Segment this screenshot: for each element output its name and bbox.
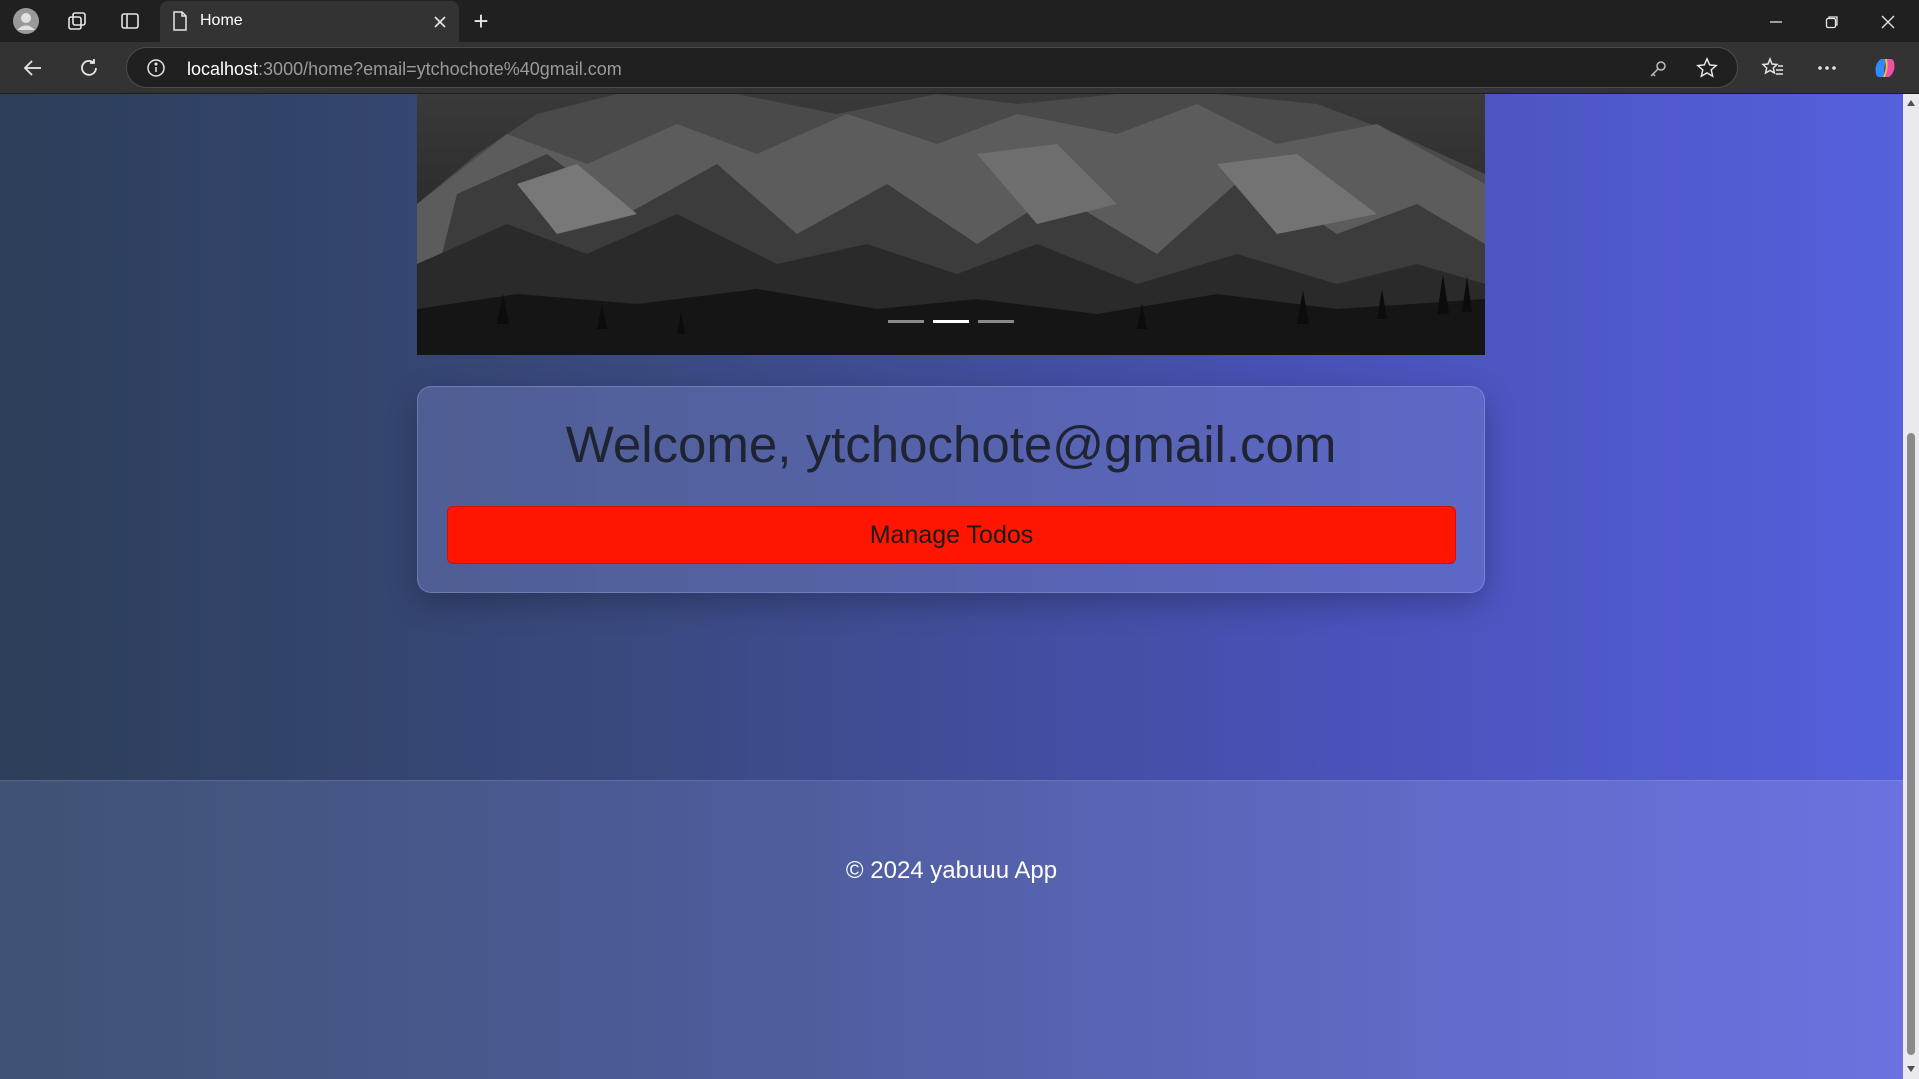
url-host: localhost (187, 59, 259, 79)
address-bar[interactable]: localhost:3000/home?email=ytchochote%40g… (126, 47, 1738, 88)
window-close-icon[interactable] (1876, 10, 1900, 34)
favorite-star-icon[interactable] (1695, 56, 1719, 80)
page-viewport: Welcome, ytchochote@gmail.com Manage Tod… (0, 94, 1903, 1079)
new-tab-icon[interactable]: + (468, 6, 494, 36)
browser-tab-bar: Home + (0, 0, 1919, 42)
carousel-indicator-active[interactable] (933, 320, 969, 323)
more-icon[interactable] (1814, 55, 1840, 81)
carousel-indicator[interactable] (888, 320, 924, 323)
hero-carousel[interactable] (417, 94, 1485, 355)
profile-icon[interactable] (11, 6, 41, 36)
footer: © 2024 yabuuu App (0, 780, 1903, 1079)
scroll-thumb[interactable] (1907, 433, 1915, 1055)
manage-todos-button[interactable]: Manage Todos (447, 506, 1456, 564)
refresh-icon[interactable] (76, 55, 102, 81)
restore-icon[interactable] (1820, 10, 1844, 34)
vertical-scrollbar[interactable] (1903, 94, 1919, 1079)
url-path: :3000/home?email=ytchochote%40gmail.com (258, 59, 622, 79)
welcome-heading: Welcome, ytchochote@gmail.com (565, 416, 1337, 473)
close-icon[interactable] (430, 12, 450, 32)
carousel-indicator[interactable] (978, 320, 1014, 323)
welcome-card: Welcome, ytchochote@gmail.com Manage Tod… (417, 386, 1485, 593)
url-text[interactable]: localhost:3000/home?email=ytchochote%40g… (187, 59, 622, 80)
copilot-icon[interactable] (1870, 53, 1900, 83)
browser-toolbar: localhost:3000/home?email=ytchochote%40g… (0, 42, 1919, 94)
scroll-up-icon[interactable] (1906, 98, 1916, 108)
page-icon (170, 11, 190, 31)
tab-home[interactable]: Home (160, 1, 459, 42)
workspaces-icon[interactable] (64, 8, 90, 34)
carousel-indicators (417, 320, 1485, 323)
footer-copyright: © 2024 yabuuu App (845, 857, 1058, 884)
scroll-down-icon[interactable] (1906, 1064, 1916, 1074)
tab-actions-icon[interactable] (117, 8, 143, 34)
back-icon[interactable] (20, 55, 46, 81)
site-info-icon[interactable] (145, 57, 167, 79)
key-icon[interactable] (1647, 58, 1669, 80)
minimize-icon[interactable] (1764, 10, 1788, 34)
favorites-icon[interactable] (1760, 55, 1786, 81)
mountain-image (417, 94, 1485, 355)
tab-title: Home (200, 12, 243, 29)
